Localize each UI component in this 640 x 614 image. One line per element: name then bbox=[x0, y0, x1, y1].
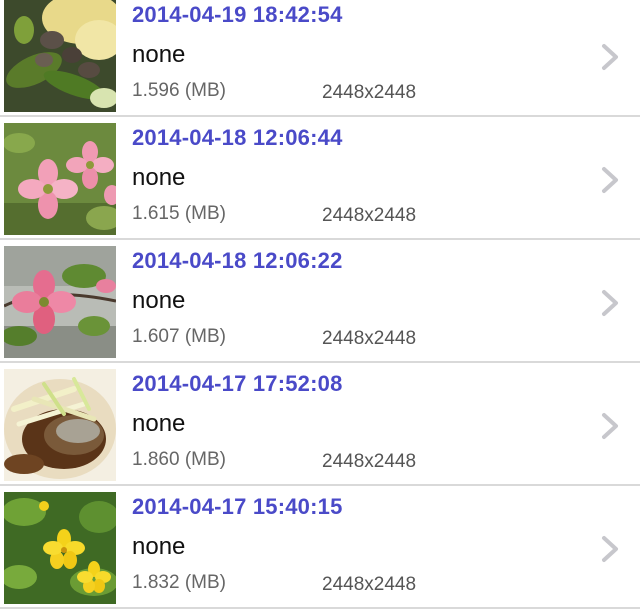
photo-dimensions: 2448x2448 bbox=[322, 574, 417, 595]
photo-thumbnail bbox=[4, 369, 116, 481]
photo-dimensions: 2448x2448 bbox=[322, 82, 417, 103]
photo-thumbnail bbox=[4, 123, 116, 235]
photo-file-size: 1.860 (MB) bbox=[132, 449, 226, 470]
chevron-right-icon bbox=[598, 41, 622, 73]
photo-row[interactable]: 2014-04-18 12:06:22 none 1.607 (MB) 2448… bbox=[0, 240, 640, 363]
photo-timestamp: 2014-04-18 12:06:44 bbox=[132, 125, 343, 150]
photo-file-size: 1.596 (MB) bbox=[132, 80, 226, 101]
photo-title: none bbox=[132, 410, 186, 437]
photo-title: none bbox=[132, 533, 186, 560]
photo-title: none bbox=[132, 164, 186, 191]
photo-timestamp: 2014-04-19 18:42:54 bbox=[132, 2, 343, 27]
chevron-right-icon bbox=[598, 164, 622, 196]
photo-thumbnail bbox=[4, 0, 116, 112]
chevron-right-icon bbox=[598, 533, 622, 565]
chevron-right-icon bbox=[598, 410, 622, 442]
photo-dimensions: 2448x2448 bbox=[322, 451, 417, 472]
photo-file-size: 1.607 (MB) bbox=[132, 326, 226, 347]
photo-timestamp: 2014-04-18 12:06:22 bbox=[132, 248, 343, 273]
chevron-right-icon bbox=[598, 287, 622, 319]
photo-timestamp: 2014-04-17 17:52:08 bbox=[132, 371, 343, 396]
photo-list: 2014-04-19 18:42:54 none 1.596 (MB) 2448… bbox=[0, 0, 640, 609]
photo-thumbnail bbox=[4, 492, 116, 604]
photo-file-size: 1.832 (MB) bbox=[132, 572, 226, 593]
photo-timestamp: 2014-04-17 15:40:15 bbox=[132, 494, 343, 519]
photo-row[interactable]: 2014-04-18 12:06:44 none 1.615 (MB) 2448… bbox=[0, 117, 640, 240]
photo-thumbnail bbox=[4, 246, 116, 358]
photo-row[interactable]: 2014-04-17 15:40:15 none 1.832 (MB) 2448… bbox=[0, 486, 640, 609]
photo-dimensions: 2448x2448 bbox=[322, 205, 417, 226]
photo-file-size: 1.615 (MB) bbox=[132, 203, 226, 224]
photo-row[interactable]: 2014-04-19 18:42:54 none 1.596 (MB) 2448… bbox=[0, 0, 640, 117]
photo-title: none bbox=[132, 287, 186, 314]
photo-title: none bbox=[132, 41, 186, 68]
photo-dimensions: 2448x2448 bbox=[322, 328, 417, 349]
photo-row[interactable]: 2014-04-17 17:52:08 none 1.860 (MB) 2448… bbox=[0, 363, 640, 486]
